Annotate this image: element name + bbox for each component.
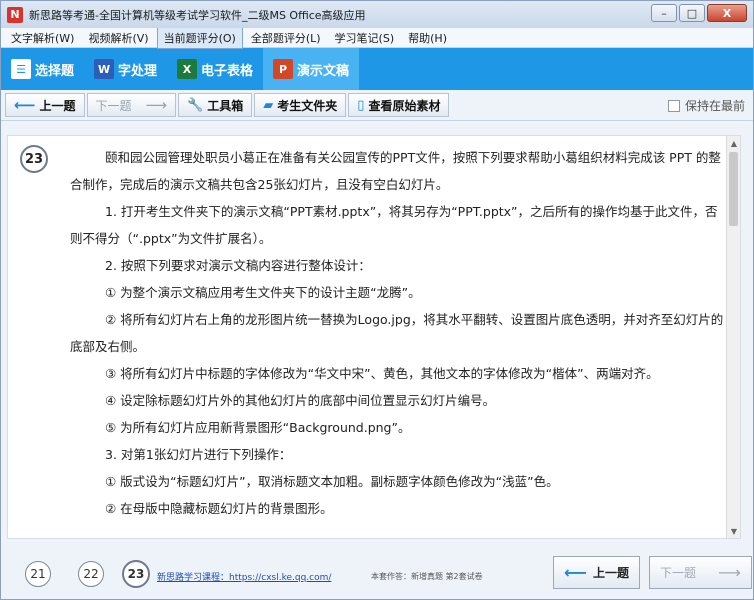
minimize-button[interactable]: – (651, 4, 677, 22)
study-course-link[interactable]: 新思路学习课程：https://cxsl.ke.qq.com/ (157, 570, 331, 583)
tab-choice[interactable]: ☰ 选择题 (1, 48, 84, 90)
prev-question-button[interactable]: ⟵ 上一题 (5, 93, 85, 117)
toolbox-label: 工具箱 (207, 98, 244, 113)
folder-icon: ▰ (263, 97, 274, 113)
next-question-button[interactable]: 下一题 ⟶ (86, 93, 177, 117)
question-paragraph: ⑤ 为所有幻灯片应用新背景图形“Background.png”。 (105, 420, 411, 435)
scroll-thumb[interactable] (729, 152, 738, 226)
bottom-next-label: 下一题 (660, 566, 697, 580)
question-paragraph: 2. 按照下列要求对演示文稿内容进行整体设计： (105, 258, 371, 273)
toolbox-button[interactable]: 🔧 工具箱 (178, 93, 253, 117)
vertical-scrollbar[interactable]: ▲ ▼ (726, 136, 740, 538)
tab-word[interactable]: W 字处理 (84, 48, 167, 90)
paper-info: 本套作答：新增真题 第2套试卷 (371, 572, 483, 581)
arrow-right-icon: ⟶ (718, 563, 741, 582)
prev-question-label: 上一题 (39, 98, 76, 113)
view-source-label: 查看原始素材 (368, 98, 441, 113)
arrow-left-icon: ⟵ (564, 563, 587, 582)
menu-study-notes[interactable]: 学习笔记(S) (329, 28, 401, 48)
exam-folder-label: 考生文件夹 (277, 98, 338, 113)
question-paragraph: ③ 将所有幻灯片中标题的字体修改为“华文中宋”、黄色，其他文本的字体修改为“楷体… (105, 366, 659, 381)
keep-on-top-label: 保持在最前 (684, 99, 745, 113)
question-paragraph: 颐和园公园管理处职员小葛正在准备有关公园宣传的PPT文件，按照下列要求帮助小葛组… (70, 150, 721, 192)
question-panel: 23 颐和园公园管理处职员小葛正在准备有关公园宣传的PPT文件，按照下列要求帮助… (7, 135, 741, 539)
question-paragraph: 1. 打开考生文件夹下的演示文稿“PPT素材.pptx”，将其另存为“PPT.p… (70, 204, 718, 246)
excel-icon: X (177, 59, 198, 79)
bottom-prev-button[interactable]: ⟵ 上一题 (553, 556, 640, 589)
app-window: N 新思路等考通-全国计算机等级考试学习软件_二级MS Office高级应用 –… (0, 0, 754, 600)
question-text: 颐和园公园管理处职员小葛正在准备有关公园宣传的PPT文件，按照下列要求帮助小葛组… (70, 144, 724, 522)
list-icon: ☰ (11, 59, 31, 79)
module-tabs: ☰ 选择题 W 字处理 X 电子表格 P 演示文稿 (1, 48, 753, 90)
scroll-up-icon[interactable]: ▲ (727, 136, 740, 150)
question-paragraph: 3. 对第1张幻灯片进行下列操作： (105, 447, 292, 462)
menu-help[interactable]: 帮助(H) (402, 28, 453, 48)
menu-bar: 文字解析(W) 视频解析(V) 当前题评分(O) 全部题评分(L) 学习笔记(S… (1, 26, 753, 49)
tab-label: 电子表格 (201, 63, 254, 79)
toolbar: ⟵ 上一题 下一题 ⟶ 🔧 工具箱 ▰ 考生文件夹 ▯ 查看原始素材 保持在最前 (1, 90, 753, 121)
keep-on-top-toggle[interactable]: 保持在最前 (667, 97, 745, 114)
menu-video-analysis[interactable]: 视频解析(V) (82, 28, 154, 48)
app-icon: N (7, 6, 23, 23)
menu-score-current[interactable]: 当前题评分(O) (156, 26, 243, 49)
page-22-button[interactable]: 22 (78, 561, 104, 587)
scroll-down-icon[interactable]: ▼ (727, 524, 740, 538)
arrow-right-icon: ⟶ (145, 96, 168, 114)
keep-on-top-checkbox[interactable] (667, 99, 680, 112)
tab-label: 选择题 (35, 63, 75, 79)
powerpoint-icon: P (273, 59, 294, 79)
document-icon: ▯ (357, 97, 365, 113)
menu-score-all[interactable]: 全部题评分(L) (245, 28, 327, 48)
exam-folder-button[interactable]: ▰ 考生文件夹 (254, 93, 347, 117)
bottom-navigation: 21 22 23 新思路学习课程：https://cxsl.ke.qq.com/… (1, 547, 753, 599)
bottom-prev-label: 上一题 (592, 566, 629, 580)
tab-label: 字处理 (118, 63, 158, 79)
next-question-label: 下一题 (95, 98, 132, 113)
menu-text-analysis[interactable]: 文字解析(W) (5, 28, 80, 48)
view-source-button[interactable]: ▯ 查看原始素材 (348, 93, 450, 117)
wrench-icon: 🔧 (187, 97, 204, 113)
page-21-button[interactable]: 21 (25, 561, 51, 587)
maximize-button[interactable]: □ (679, 4, 705, 22)
page-23-button[interactable]: 23 (122, 560, 150, 588)
tab-excel[interactable]: X 电子表格 (167, 48, 263, 90)
question-paragraph: ④ 设定除标题幻灯片外的其他幻灯片的底部中间位置显示幻灯片编号。 (105, 393, 496, 408)
question-paragraph: ① 版式设为“标题幻灯片”，取消标题文本加粗。副标题字体颜色修改为“浅蓝”色。 (105, 474, 559, 489)
window-controls: – □ X (651, 4, 747, 22)
bottom-next-button[interactable]: 下一题 ⟶ (649, 556, 752, 589)
arrow-left-icon: ⟵ (14, 96, 36, 114)
window-title: 新思路等考通-全国计算机等级考试学习软件_二级MS Office高级应用 (29, 8, 366, 22)
tab-label: 演示文稿 (297, 63, 350, 79)
close-button[interactable]: X (707, 4, 747, 22)
question-number: 23 (20, 145, 48, 173)
question-paragraph: ② 在母版中隐藏标题幻灯片的背景图形。 (105, 501, 333, 516)
title-bar: N 新思路等考通-全国计算机等级考试学习软件_二级MS Office高级应用 –… (1, 1, 753, 28)
word-icon: W (94, 59, 115, 79)
question-paragraph: ① 为整个演示文稿应用考生文件夹下的设计主题“龙腾”。 (105, 285, 421, 300)
question-paragraph: ② 将所有幻灯片右上角的龙形图片统一替换为Logo.jpg，将其水平翻转、设置图… (70, 312, 724, 354)
tab-powerpoint[interactable]: P 演示文稿 (263, 48, 360, 90)
